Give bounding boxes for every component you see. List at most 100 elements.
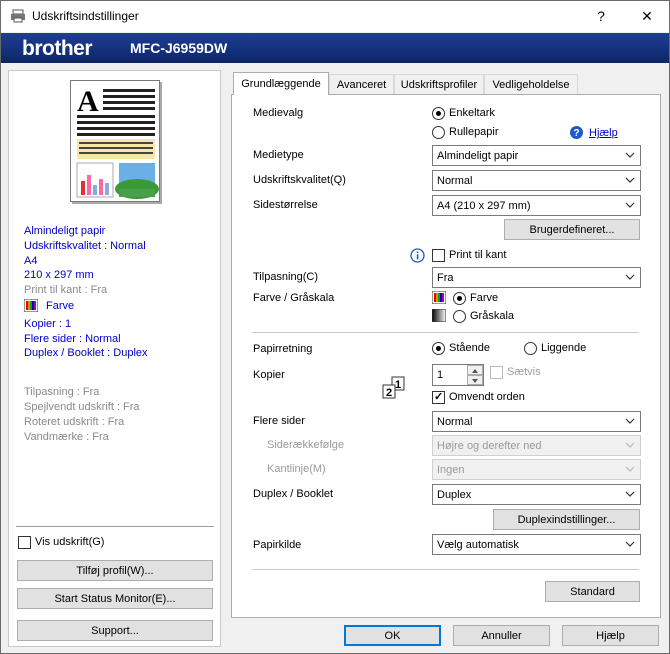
printer-icon <box>11 9 25 23</box>
summary-dimensions: 210 x 297 mm <box>24 269 94 281</box>
sheet-radio[interactable] <box>432 107 445 120</box>
left-separator <box>16 526 214 527</box>
page-order-label: Siderækkefølge <box>267 439 345 451</box>
color-swatch-icon <box>24 299 38 312</box>
chevron-up-icon <box>472 369 478 373</box>
chevron-down-icon <box>625 442 635 448</box>
orientation-label: Papirretning <box>253 343 313 355</box>
tab-advanced[interactable]: Avanceret <box>329 74 394 94</box>
svg-text:A: A <box>77 85 99 118</box>
color-label: Farve / Gråskala <box>253 292 335 304</box>
help-icon[interactable]: ? <box>570 126 583 139</box>
reverse-order-checkbox[interactable] <box>432 390 445 404</box>
chevron-down-icon <box>472 379 478 383</box>
duplex-value: Duplex <box>437 488 472 501</box>
grayscale-option-label: Gråskala <box>470 310 515 322</box>
color-option-label: Farve <box>470 292 499 304</box>
landscape-label: Liggende <box>541 342 587 354</box>
chevron-down-icon <box>625 177 635 183</box>
grayscale-radio[interactable] <box>453 310 466 323</box>
tab-print-profiles[interactable]: Udskriftsprofiler <box>394 74 484 94</box>
border-label: Kantlinje(M) <box>267 463 326 475</box>
svg-text:1: 1 <box>395 379 401 391</box>
sheet-label: Enkeltark <box>449 107 495 119</box>
chevron-down-icon <box>625 541 635 547</box>
chevron-down-icon <box>625 274 635 280</box>
duplex-select[interactable]: Duplex <box>432 484 641 505</box>
color-radio[interactable] <box>453 292 466 305</box>
info-icon <box>410 248 425 263</box>
chevron-down-icon <box>625 202 635 208</box>
copies-label: Kopier <box>253 369 285 381</box>
model-name: MFC-J6959DW <box>130 40 228 56</box>
add-profile-button[interactable]: Tilføj profil(W)... <box>17 560 213 581</box>
copies-increment[interactable] <box>467 365 483 375</box>
chevron-down-icon <box>625 418 635 424</box>
quality-select[interactable]: Normal <box>432 170 641 191</box>
summary-color: Farve <box>46 300 75 312</box>
ok-button[interactable]: OK <box>344 625 441 646</box>
summary-mirror: Spejlvendt udskrift : Fra <box>24 401 140 413</box>
help-title-button[interactable]: ? <box>578 0 624 32</box>
duplex-settings-button[interactable]: Duplexindstillinger... <box>493 509 640 530</box>
page-size-value: A4 (210 x 297 mm) <box>437 199 531 212</box>
section-separator <box>252 569 639 570</box>
chevron-down-icon <box>625 466 635 472</box>
portrait-label: Stående <box>449 342 490 354</box>
collate-label: Sætvis <box>507 366 541 378</box>
brand-logo: brother <box>22 37 93 60</box>
media-type-value: Almindeligt papir <box>437 149 519 162</box>
collate-checkbox[interactable] <box>490 366 503 379</box>
summary-media: Almindeligt papir <box>24 225 106 237</box>
copies-decrement[interactable] <box>467 375 483 385</box>
page-size-label: Sidestørrelse <box>253 199 318 211</box>
tab-basic[interactable]: Grundlæggende <box>233 72 329 95</box>
fit-value: Fra <box>437 271 454 284</box>
show-print-label: Vis udskrift(G) <box>35 536 105 548</box>
page-size-select[interactable]: A4 (210 x 297 mm) <box>432 195 641 216</box>
paper-source-label: Papirkilde <box>253 539 302 551</box>
multipage-select[interactable]: Normal <box>432 411 641 432</box>
grayscale-swatch-icon <box>432 309 446 322</box>
cancel-button[interactable]: Annuller <box>453 625 550 646</box>
default-button[interactable]: Standard <box>545 581 640 602</box>
help-button[interactable]: Hjælp <box>562 625 659 646</box>
summary-multipage: Flere sider : Normal <box>24 333 121 345</box>
media-type-select[interactable]: Almindeligt papir <box>432 145 641 166</box>
roll-label: Rullepapir <box>449 126 499 138</box>
help-link[interactable]: Hjælp <box>589 127 618 139</box>
show-print-checkbox[interactable] <box>18 536 31 549</box>
tab-maintenance[interactable]: Vedligeholdelse <box>484 74 578 94</box>
border-select[interactable]: Ingen <box>432 459 641 480</box>
svg-text:2: 2 <box>386 387 392 399</box>
brand-banner <box>1 33 669 63</box>
support-button[interactable]: Support... <box>17 620 213 641</box>
border-value: Ingen <box>437 463 465 476</box>
custom-size-button[interactable]: Brugerdefineret... <box>504 219 640 240</box>
roll-radio[interactable] <box>432 126 445 139</box>
quality-label: Udskriftskvalitet(Q) <box>253 174 346 186</box>
page-order-value: Højre og derefter ned <box>437 439 542 452</box>
color-swatch-icon <box>432 291 446 304</box>
paper-source-select[interactable]: Vælg automatisk <box>432 534 641 555</box>
duplex-label: Duplex / Booklet <box>253 488 334 500</box>
reverse-order-label: Omvendt orden <box>449 391 525 403</box>
borderless-label: Print til kant <box>449 249 507 261</box>
close-button[interactable]: ✕ <box>624 0 670 32</box>
media-select-label: Medievalg <box>253 107 304 119</box>
summary-watermark: Vandmærke : Fra <box>24 431 109 443</box>
section-separator <box>252 332 639 333</box>
multipage-label: Flere sider <box>253 415 305 427</box>
chevron-down-icon <box>625 491 635 497</box>
media-type-label: Medietype <box>253 149 304 161</box>
portrait-radio[interactable] <box>432 342 445 355</box>
landscape-radio[interactable] <box>524 342 537 355</box>
summary-size: A4 <box>24 255 38 267</box>
quality-value: Normal <box>437 174 473 187</box>
fit-label: Tilpasning(C) <box>253 271 319 283</box>
borderless-checkbox[interactable] <box>432 249 445 262</box>
page-order-select[interactable]: Højre og derefter ned <box>432 435 641 456</box>
status-monitor-button[interactable]: Start Status Monitor(E)... <box>17 588 213 609</box>
window-title: Udskriftsindstillinger <box>32 9 139 23</box>
fit-select[interactable]: Fra <box>432 267 641 288</box>
